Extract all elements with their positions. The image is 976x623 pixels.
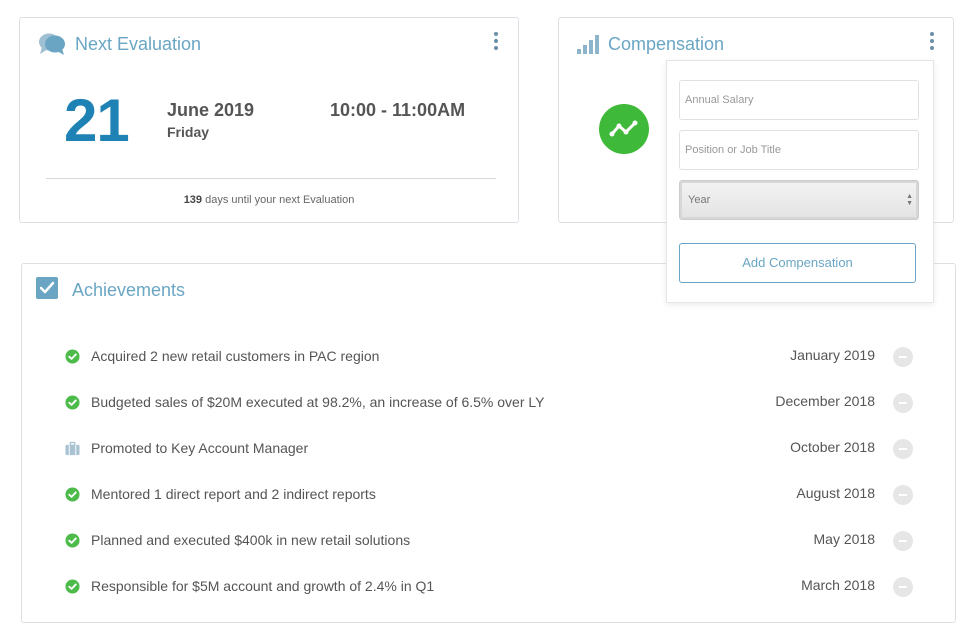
bar-chart-icon — [577, 35, 599, 54]
remove-achievement-button[interactable] — [893, 531, 913, 551]
evaluation-month-year: June 2019 — [167, 100, 255, 120]
add-compensation-button[interactable]: Add Compensation — [679, 243, 916, 283]
position-title-input[interactable] — [679, 130, 919, 170]
evaluation-time-range: 10:00 - 11:00AM — [330, 100, 466, 120]
more-options-icon[interactable] — [493, 32, 499, 54]
evaluation-weekday: Friday — [167, 124, 210, 140]
achievement-text: Promoted to Key Account Manager — [91, 440, 309, 456]
achievement-row: Planned and executed $400k in new retail… — [22, 529, 955, 553]
achievement-date: August 2018 — [796, 485, 875, 501]
chat-bubbles-icon — [39, 33, 65, 55]
days-until-evaluation: 139 days until your next Evaluation — [20, 194, 518, 206]
evaluation-day: 21 — [64, 87, 130, 154]
days-text: days until your next Evaluation — [205, 194, 355, 206]
select-arrows-icon: ▲ ▼ — [906, 193, 913, 207]
achievement-text: Budgeted sales of $20M executed at 98.2%… — [91, 394, 545, 410]
briefcase-icon — [65, 441, 80, 456]
achievement-date: January 2019 — [790, 347, 875, 363]
achievement-text: Acquired 2 new retail customers in PAC r… — [91, 348, 380, 364]
achievements-card: Achievements Acquired 2 new retail custo… — [21, 263, 956, 623]
trend-icon — [599, 104, 649, 154]
achievement-text: Mentored 1 direct report and 2 indirect … — [91, 486, 376, 502]
check-circle-icon — [65, 487, 80, 502]
achievement-text: Planned and executed $400k in new retail… — [91, 532, 411, 548]
card-title: Next Evaluation — [75, 34, 202, 54]
check-circle-icon — [65, 579, 80, 594]
check-circle-icon — [65, 533, 80, 548]
achievement-date: March 2018 — [801, 577, 875, 593]
add-compensation-popover: Year ▲▼ Add Compensation — [666, 60, 934, 303]
divider — [46, 178, 496, 179]
achievement-row: Promoted to Key Account Manager October … — [22, 437, 955, 461]
remove-achievement-button[interactable] — [893, 485, 913, 505]
more-options-icon[interactable] — [929, 32, 935, 54]
next-evaluation-card: Next Evaluation 21 June 2019 Friday 10:0… — [19, 17, 519, 223]
remove-achievement-button[interactable] — [893, 577, 913, 597]
card-title: Achievements — [72, 280, 186, 300]
checkbox-icon — [36, 277, 58, 299]
remove-achievement-button[interactable] — [893, 439, 913, 459]
card-title: Compensation — [608, 34, 725, 54]
achievement-row: Mentored 1 direct report and 2 indirect … — [22, 483, 955, 507]
remove-achievement-button[interactable] — [893, 347, 913, 367]
achievement-row: Acquired 2 new retail customers in PAC r… — [22, 345, 955, 369]
achievement-text: Responsible for $5M account and growth o… — [91, 578, 435, 594]
year-select-label: Year — [688, 194, 711, 206]
check-circle-icon — [65, 349, 80, 364]
achievement-date: October 2018 — [790, 439, 875, 455]
achievement-row: Budgeted sales of $20M executed at 98.2%… — [22, 391, 955, 415]
check-circle-icon — [65, 395, 80, 410]
annual-salary-input[interactable] — [679, 80, 919, 120]
remove-achievement-button[interactable] — [893, 393, 913, 413]
achievement-row: Responsible for $5M account and growth o… — [22, 575, 955, 599]
achievement-date: December 2018 — [775, 393, 875, 409]
year-select[interactable]: Year ▲ ▼ — [679, 180, 919, 220]
achievement-date: May 2018 — [813, 531, 875, 547]
days-count: 139 — [183, 194, 203, 206]
